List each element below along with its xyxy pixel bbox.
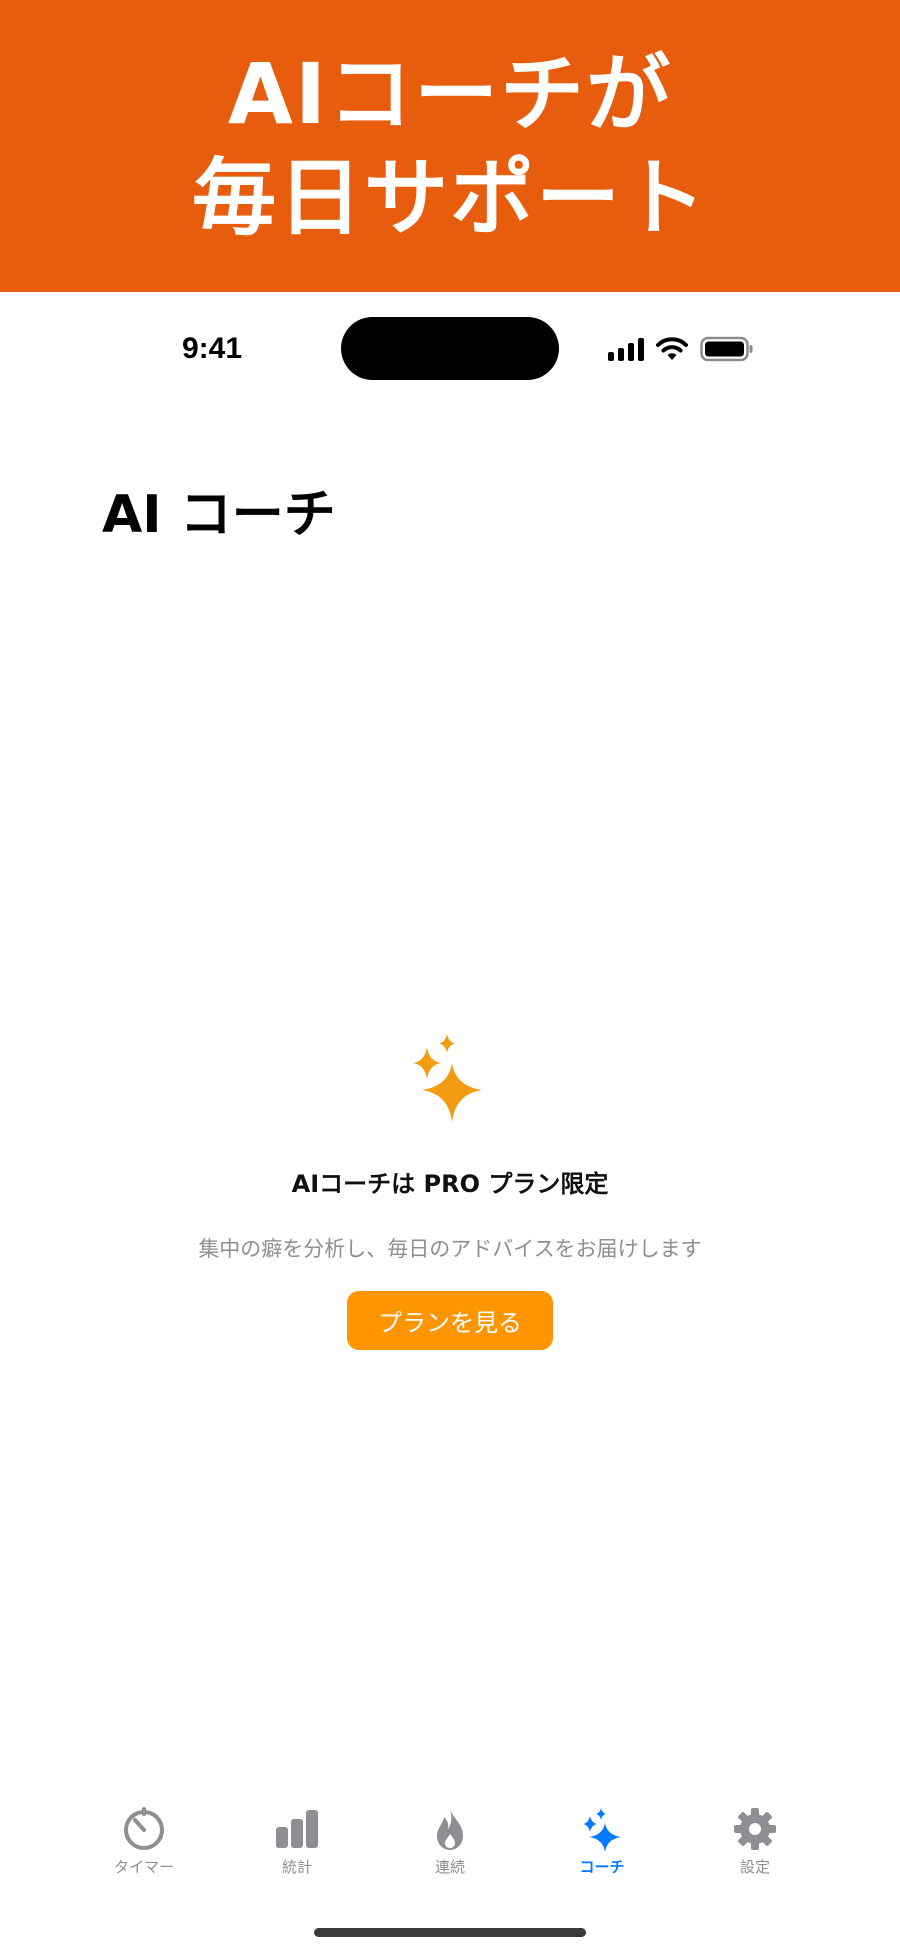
tab-label: タイマー — [113, 1858, 174, 1876]
tab-timer[interactable]: タイマー — [84, 1806, 204, 1877]
signal-icon — [608, 337, 644, 361]
view-plans-button[interactable]: プランを見る — [347, 1291, 553, 1350]
gear-icon — [734, 1808, 776, 1850]
sparkles-icon — [583, 1808, 621, 1852]
status-bar: 9:41 — [0, 292, 900, 404]
tab-label: コーチ — [579, 1858, 625, 1876]
tab-stats[interactable]: 統計 — [237, 1806, 357, 1877]
tab-label: 連続 — [434, 1858, 465, 1876]
flame-icon — [437, 1808, 463, 1850]
tab-settings[interactable]: 設定 — [695, 1806, 815, 1877]
dynamic-island — [341, 317, 559, 380]
bar-chart-icon — [276, 1810, 318, 1848]
screen: AIコーチが 毎日サポート 9:41 AI コーチ AIコーチは PRO プラン… — [0, 0, 900, 1951]
tab-streak[interactable]: 連続 — [390, 1806, 510, 1877]
empty-state-title: AIコーチは PRO プラン限定 — [291, 1170, 609, 1198]
battery-icon — [700, 336, 753, 362]
banner-headline-line-2: 毎日サポート — [191, 149, 708, 247]
promo-banner: AIコーチが 毎日サポート — [0, 0, 900, 292]
tab-bar: タイマー 統計 連続 コーチ 設定 — [0, 1806, 900, 1906]
status-time: 9:41 — [182, 332, 243, 365]
sparkles-icon — [413, 1034, 482, 1122]
wifi-icon — [656, 337, 688, 360]
empty-state-subtitle: 集中の癖を分析し、毎日のアドバイスをお届けします — [198, 1237, 702, 1261]
tab-label: 統計 — [281, 1858, 312, 1876]
timer-icon — [124, 1807, 164, 1850]
pro-upsell-empty-state: AIコーチは PRO プラン限定 集中の癖を分析し、毎日のアドバイスをお届けしま… — [0, 1028, 900, 1350]
status-icons — [608, 334, 754, 364]
page-title: AI コーチ — [102, 485, 336, 545]
home-indicator[interactable] — [314, 1928, 586, 1937]
tab-coach[interactable]: コーチ — [542, 1806, 662, 1877]
tab-label: 設定 — [739, 1858, 770, 1876]
banner-headline-line-1: AIコーチが — [227, 45, 673, 143]
